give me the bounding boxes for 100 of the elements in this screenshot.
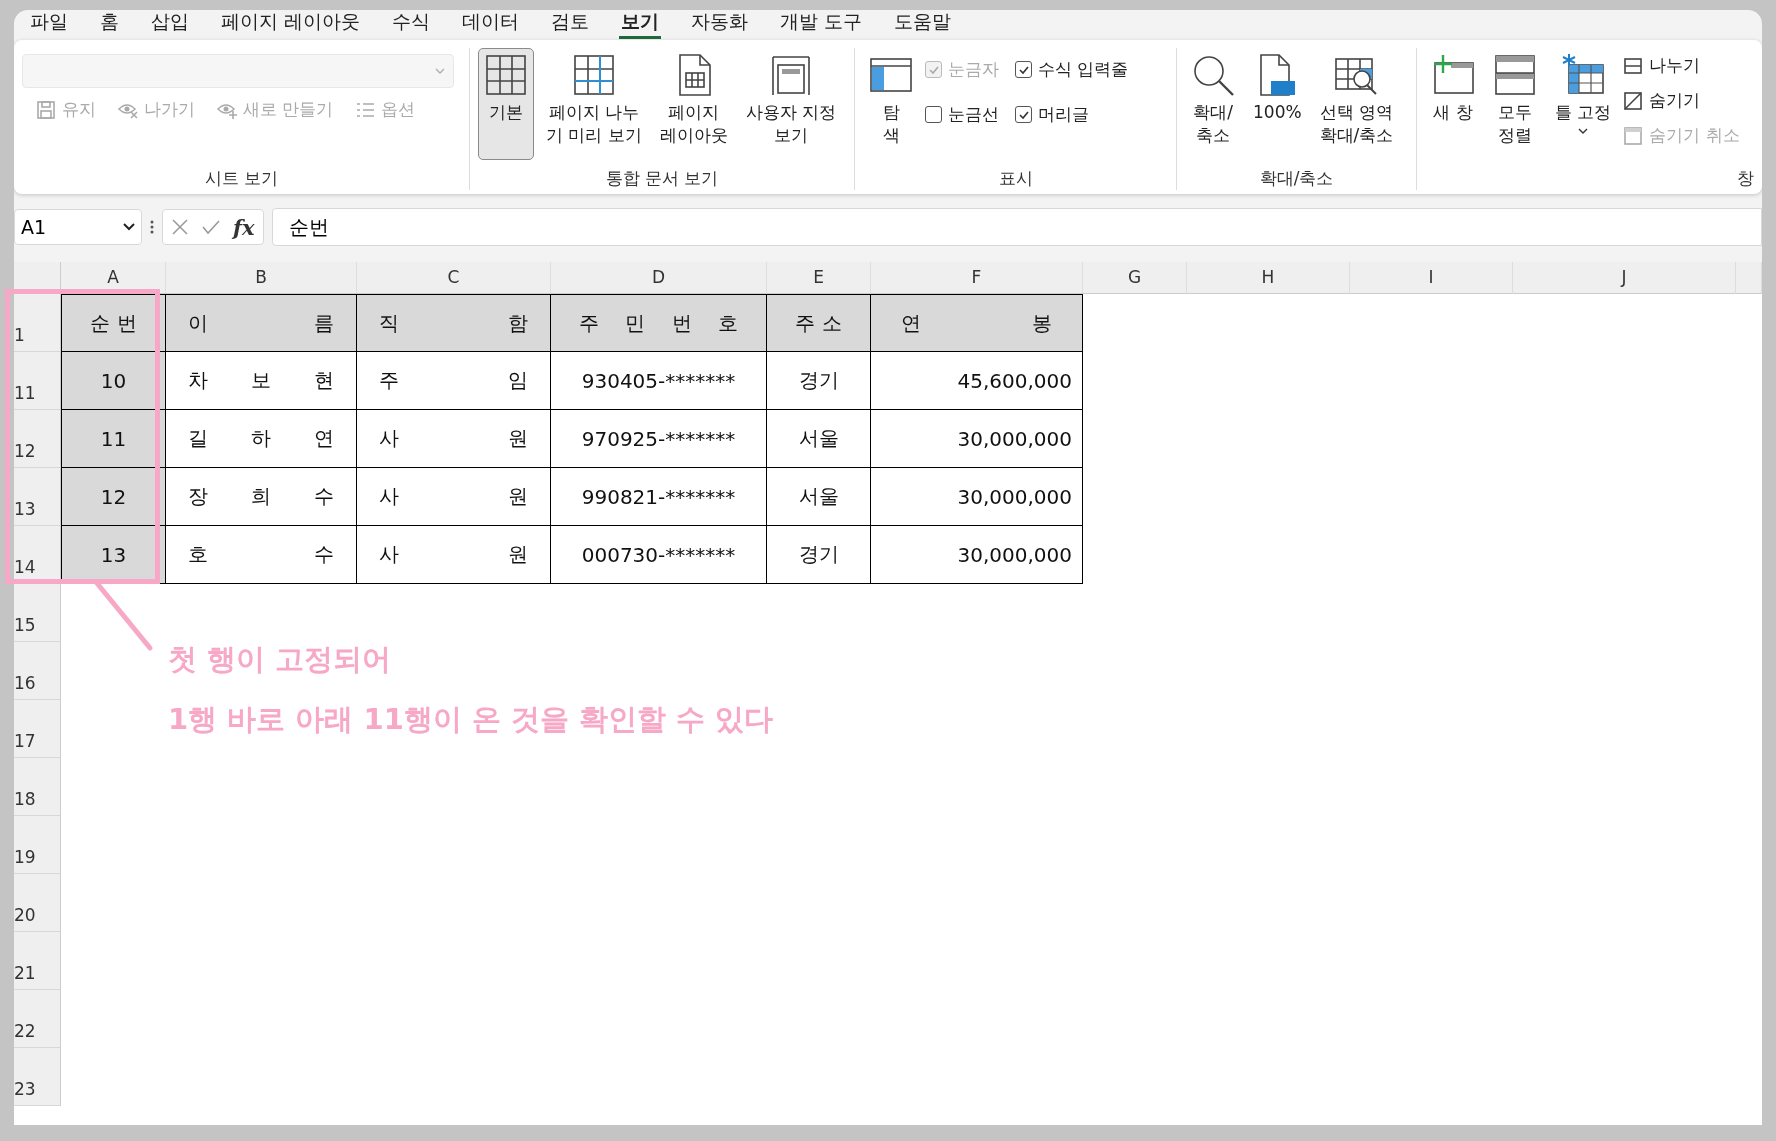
- checkbox[interactable]: 머리글: [1015, 103, 1129, 126]
- ribbon-button[interactable]: 페이지 레이아웃: [653, 48, 734, 154]
- ribbon-button[interactable]: 사용자 지정 보기: [739, 48, 843, 154]
- table-cell: 길 하 연: [166, 410, 357, 468]
- row-header[interactable]: 22: [14, 990, 61, 1048]
- checkbox[interactable]: 수식 입력줄: [1015, 58, 1129, 81]
- ribbon-tab[interactable]: 파일: [28, 10, 70, 39]
- column-header[interactable]: J: [1513, 262, 1736, 294]
- table-cell: 990821-*******: [551, 468, 767, 526]
- ribbon-tab[interactable]: 도움말: [892, 10, 954, 39]
- table-cell: 사 원: [357, 410, 551, 468]
- column-header[interactable]: D: [551, 262, 767, 294]
- ribbon-button[interactable]: 숨기기: [1623, 89, 1740, 112]
- row-header[interactable]: 21: [14, 932, 61, 990]
- table-cell: 000730-*******: [551, 526, 767, 584]
- row-header[interactable]: 18: [14, 758, 61, 816]
- chevron-down-icon: [435, 68, 445, 74]
- column-header[interactable]: E: [767, 262, 871, 294]
- table-cell: 45,600,000: [871, 352, 1083, 410]
- column-header[interactable]: I: [1350, 262, 1513, 294]
- row-header[interactable]: 16: [14, 642, 61, 700]
- table-cell: 30,000,000: [871, 526, 1083, 584]
- table-cell: 호 수: [166, 526, 357, 584]
- row-header[interactable]: 19: [14, 816, 61, 874]
- grid-icon: [484, 53, 528, 97]
- ribbon-button[interactable]: 모두 정렬: [1487, 48, 1543, 154]
- group-label: 시트 보기: [203, 167, 280, 190]
- column-header[interactable]: F: [871, 262, 1083, 294]
- table-cell: 10: [61, 352, 166, 410]
- group-label: 확대/축소: [1258, 167, 1335, 190]
- table-cell: 930405-*******: [551, 352, 767, 410]
- row-header[interactable]: 15: [14, 584, 61, 642]
- ribbon-button[interactable]: 틀 고정: [1549, 48, 1618, 141]
- ribbon-tab[interactable]: 홈: [98, 10, 121, 39]
- table-cell: 직 함: [357, 294, 551, 352]
- ribbon-button[interactable]: 나누기: [1623, 54, 1740, 77]
- ribbon-tab[interactable]: 수식: [390, 10, 433, 39]
- insert-function-button[interactable]: fx: [233, 214, 255, 240]
- column-header[interactable]: G: [1083, 262, 1187, 294]
- table-cell: 30,000,000: [871, 410, 1083, 468]
- table-cell: 30,000,000: [871, 468, 1083, 526]
- table-cell: 주 민 번 호: [551, 294, 767, 352]
- column-header[interactable]: C: [357, 262, 551, 294]
- row-header[interactable]: 11: [14, 352, 61, 410]
- close-icon: [171, 218, 189, 236]
- ribbon-tab[interactable]: 개발 도구: [778, 10, 865, 39]
- table-cell: 서울: [767, 410, 871, 468]
- table-cell: 순 번: [61, 294, 166, 352]
- page-break-icon: [571, 53, 616, 97]
- table-cell: 경기: [767, 526, 871, 584]
- row-header[interactable]: 12: [14, 410, 61, 468]
- column-header[interactable]: B: [166, 262, 357, 294]
- ribbon-tab[interactable]: 검토: [549, 10, 592, 39]
- hide-icon: [1623, 90, 1644, 111]
- checkbox[interactable]: 눈금선: [925, 103, 999, 126]
- ribbon-button[interactable]: 탐 색: [863, 48, 919, 154]
- magnifier-icon: [1191, 53, 1235, 97]
- ribbon-button[interactable]: 확대/ 축소: [1185, 48, 1241, 154]
- ribbon-tab[interactable]: 데이터: [460, 10, 522, 39]
- table-cell: 주 소: [767, 294, 871, 352]
- ribbon-tab[interactable]: 삽입: [149, 10, 191, 39]
- unhide-icon: [1623, 125, 1644, 146]
- ribbon-button[interactable]: 페이지 나누 기 미리 보기: [540, 48, 648, 154]
- table-cell: 12: [61, 468, 166, 526]
- name-box[interactable]: A1: [14, 209, 142, 245]
- row-header[interactable]: 20: [14, 874, 61, 932]
- table-cell: 970925-*******: [551, 410, 767, 468]
- split-icon: [1623, 55, 1644, 76]
- ribbon-tab[interactable]: 페이지 레이아웃: [219, 10, 363, 39]
- row-header[interactable]: 17: [14, 700, 61, 758]
- table-cell: 주 임: [357, 352, 551, 410]
- table-cell: 사 원: [357, 468, 551, 526]
- column-header[interactable]: H: [1187, 262, 1350, 294]
- chevron-down-icon: [123, 223, 135, 231]
- group-label: 표시: [997, 167, 1034, 190]
- caret-icon: [1578, 128, 1589, 134]
- ribbon-button[interactable]: 새 창: [1425, 48, 1481, 131]
- table-cell: 이 름: [166, 294, 357, 352]
- custom-view-icon: [769, 53, 813, 97]
- table-cell: 장 희 수: [166, 468, 357, 526]
- save-icon: [36, 99, 56, 120]
- arrange-all-icon: [1493, 53, 1537, 97]
- more-icon: [150, 220, 154, 234]
- table-cell: 차 보 현: [166, 352, 357, 410]
- table-cell: 연 봉: [871, 294, 1083, 352]
- formula-input-field[interactable]: 순번: [271, 208, 1762, 246]
- row-header[interactable]: 23: [14, 1048, 61, 1106]
- ribbon-tab[interactable]: 자동화: [689, 10, 751, 39]
- row-header[interactable]: 13: [14, 468, 61, 526]
- ribbon-button[interactable]: 선택 영역 확대/축소: [1313, 48, 1400, 154]
- ribbon-button[interactable]: 100%: [1247, 48, 1308, 131]
- new-window-icon: [1431, 53, 1475, 97]
- check-icon: [201, 218, 221, 236]
- table-cell: 경기: [767, 352, 871, 410]
- ribbon-button[interactable]: 기본: [478, 48, 534, 160]
- table-cell: 11: [61, 410, 166, 468]
- group-label: 창: [1736, 167, 1754, 190]
- table-cell: 서울: [767, 468, 871, 526]
- annotation-text: 첫 행이 고정되어: [168, 641, 393, 678]
- row-header[interactable]: 1: [14, 294, 61, 352]
